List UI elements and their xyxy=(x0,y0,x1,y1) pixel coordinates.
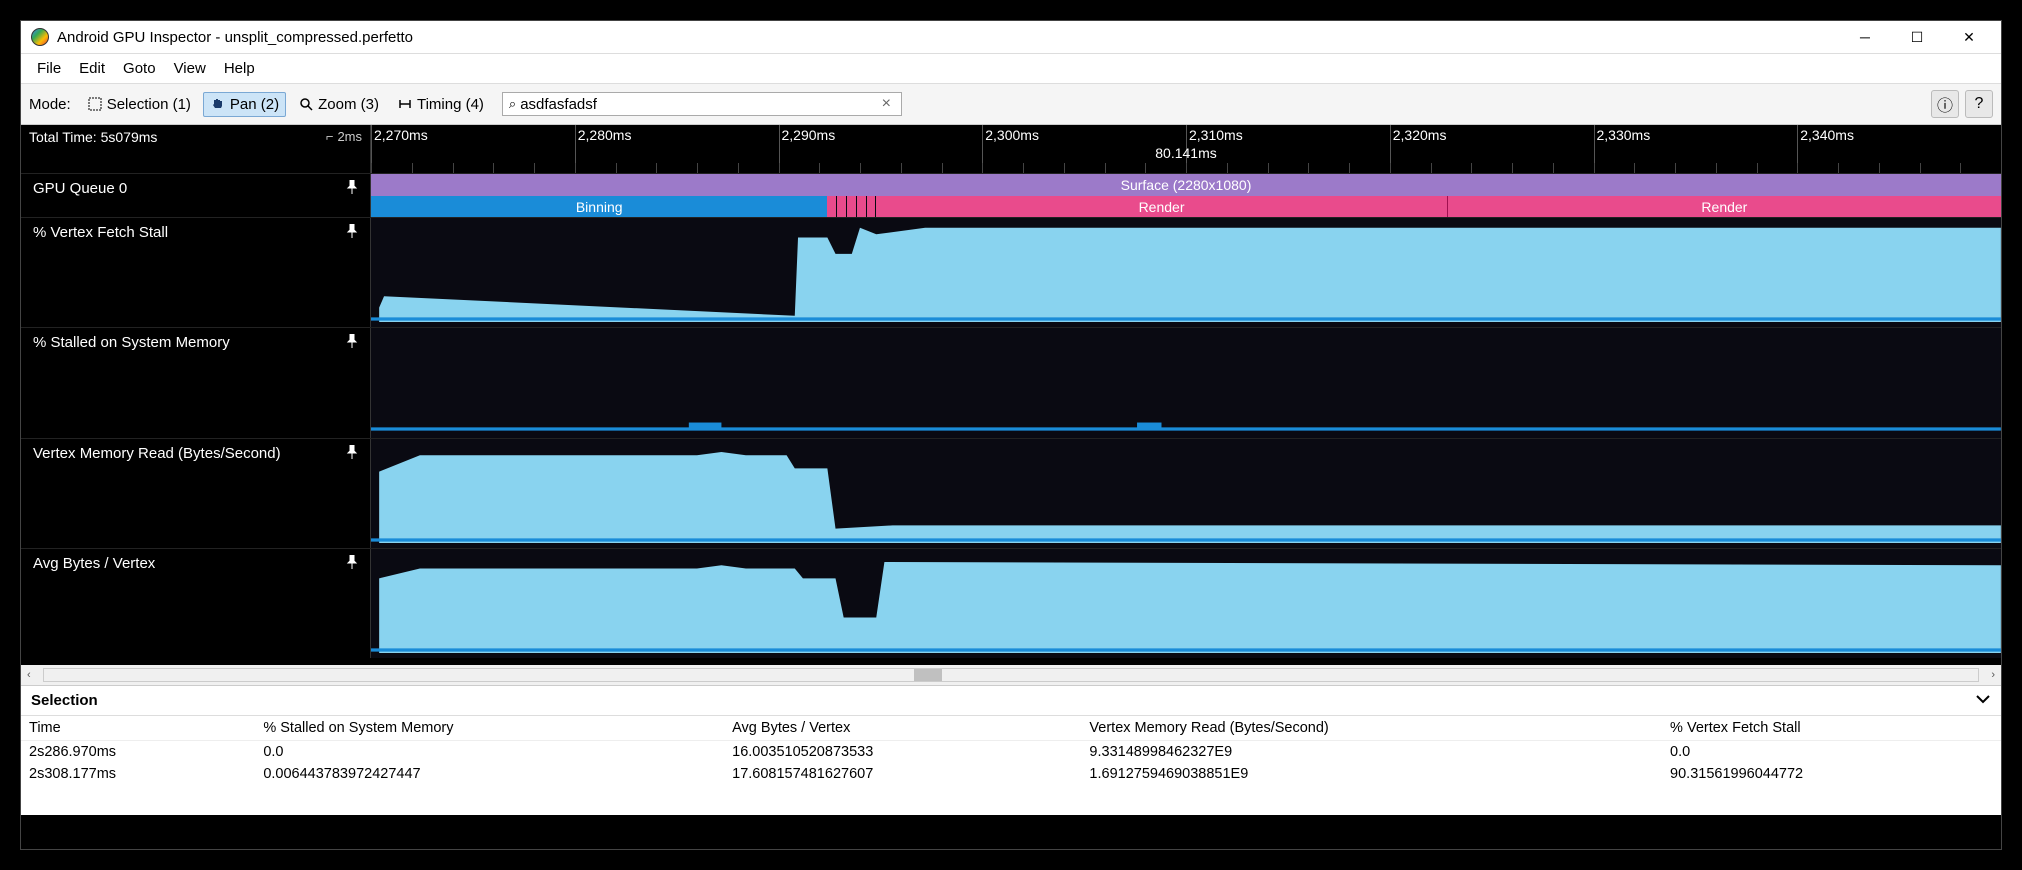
menu-help[interactable]: Help xyxy=(216,58,263,79)
table-header-row: Time % Stalled on System Memory Avg Byte… xyxy=(21,716,2001,741)
col-vmr[interactable]: Vertex Memory Read (Bytes/Second) xyxy=(1081,716,1662,741)
scroll-right-arrow[interactable]: › xyxy=(1991,669,1995,681)
selection-icon xyxy=(87,96,103,112)
pin-icon[interactable] xyxy=(346,445,358,462)
collapse-icon[interactable] xyxy=(1975,692,1991,709)
track-avg-bytes: Avg Bytes / Vertex xyxy=(21,548,2001,658)
col-sysmem[interactable]: % Stalled on System Memory xyxy=(255,716,724,741)
pin-icon[interactable] xyxy=(346,555,358,572)
search-icon: ⌕ xyxy=(509,96,516,112)
scale-indicator: ⌐2ms xyxy=(326,129,362,144)
footer-spacer xyxy=(21,815,2001,849)
pin-icon[interactable] xyxy=(346,334,358,351)
selection-table: Time % Stalled on System Memory Avg Byte… xyxy=(21,716,2001,785)
zoom-icon xyxy=(298,96,314,112)
vmr-chart[interactable] xyxy=(371,439,2001,548)
window-title: Android GPU Inspector - unsplit_compress… xyxy=(57,29,413,46)
pan-icon xyxy=(210,96,226,112)
minimize-button[interactable]: ─ xyxy=(1851,27,1879,47)
mode-label: Mode: xyxy=(29,96,71,113)
avgbytes-chart[interactable] xyxy=(371,549,2001,658)
maximize-button[interactable]: ☐ xyxy=(1903,27,1931,47)
range-label: 80.141ms xyxy=(371,145,2001,161)
menubar: File Edit Goto View Help xyxy=(21,54,2001,83)
gpu-binning-segment[interactable]: Binning xyxy=(371,196,827,217)
ruler: Total Time: 5s079ms ⌐2ms 2,270ms 2,280ms… xyxy=(21,125,2001,173)
pin-icon[interactable] xyxy=(346,180,358,197)
gpu-queue-content[interactable]: Surface (2280x1080) Binning Render Rende… xyxy=(371,174,2001,217)
col-avgbytes[interactable]: Avg Bytes / Vertex xyxy=(724,716,1081,741)
mode-zoom-button[interactable]: Zoom (3) xyxy=(292,93,385,116)
help-button[interactable]: ? xyxy=(1965,90,1993,118)
selection-panel: Selection Time % Stalled on System Memor… xyxy=(21,685,2001,815)
info-button[interactable]: ⓘ xyxy=(1931,90,1959,118)
col-vfs[interactable]: % Vertex Fetch Stall xyxy=(1662,716,2001,741)
scroll-left-arrow[interactable]: ‹ xyxy=(27,669,31,681)
toolbar: Mode: Selection (1) Pan (2) Zoom (3) Tim… xyxy=(21,83,2001,125)
mode-zoom-label: Zoom (3) xyxy=(318,96,379,113)
menu-file[interactable]: File xyxy=(29,58,69,79)
track-vertex-stall-label: % Vertex Fetch Stall xyxy=(33,224,168,241)
track-vtx-mem-read: Vertex Memory Read (Bytes/Second) xyxy=(21,438,2001,548)
search-input[interactable] xyxy=(520,96,877,113)
app-icon xyxy=(31,28,49,46)
total-time-label: Total Time: 5s079ms xyxy=(29,129,157,145)
col-time[interactable]: Time xyxy=(21,716,255,741)
mode-timing-button[interactable]: Timing (4) xyxy=(391,93,490,116)
track-sys-mem-stall: % Stalled on System Memory xyxy=(21,327,2001,437)
scroll-thumb[interactable] xyxy=(914,669,942,681)
menu-goto[interactable]: Goto xyxy=(115,58,164,79)
mode-pan-button[interactable]: Pan (2) xyxy=(203,92,286,117)
mode-selection-button[interactable]: Selection (1) xyxy=(81,93,197,116)
gpu-render2-segment[interactable]: Render xyxy=(1447,196,2001,217)
gpu-render1-segment[interactable]: Render xyxy=(876,196,1447,217)
gpu-gap-segment[interactable] xyxy=(827,196,876,217)
menu-view[interactable]: View xyxy=(166,58,214,79)
gpu-surface-bar[interactable]: Surface (2280x1080) xyxy=(371,174,2001,196)
mode-pan-label: Pan (2) xyxy=(230,96,279,113)
search-clear-button[interactable]: × xyxy=(878,95,895,113)
track-vertex-stall: % Vertex Fetch Stall xyxy=(21,217,2001,327)
track-gpu-label: GPU Queue 0 xyxy=(33,180,127,197)
search-box[interactable]: ⌕ × xyxy=(502,92,902,116)
track-avgbytes-label: Avg Bytes / Vertex xyxy=(33,555,155,572)
menu-edit[interactable]: Edit xyxy=(71,58,113,79)
timeline: Total Time: 5s079ms ⌐2ms 2,270ms 2,280ms… xyxy=(21,125,2001,665)
vertex-stall-chart[interactable] xyxy=(371,218,2001,327)
mode-selection-label: Selection (1) xyxy=(107,96,191,113)
ruler-ticks[interactable]: 2,270ms 2,280ms 2,290ms 2,300ms 2,310ms … xyxy=(371,125,2001,173)
app-window: Android GPU Inspector - unsplit_compress… xyxy=(20,20,2002,850)
table-row[interactable]: 2s286.970ms 0.0 16.003510520873533 9.331… xyxy=(21,741,2001,764)
titlebar: Android GPU Inspector - unsplit_compress… xyxy=(21,21,2001,54)
track-sysmem-label: % Stalled on System Memory xyxy=(33,334,230,351)
timing-icon xyxy=(397,96,413,112)
selection-title: Selection xyxy=(31,692,98,709)
pin-icon[interactable] xyxy=(346,224,358,241)
horizontal-scrollbar[interactable]: ‹ › xyxy=(21,665,2001,685)
sysmem-chart[interactable] xyxy=(371,328,2001,437)
track-gpu-queue: GPU Queue 0 Surface (2280x1080) Binning … xyxy=(21,173,2001,217)
track-vmr-label: Vertex Memory Read (Bytes/Second) xyxy=(33,445,281,462)
close-button[interactable]: ✕ xyxy=(1955,27,1983,47)
table-row[interactable]: 2s308.177ms 0.006443783972427447 17.6081… xyxy=(21,763,2001,785)
mode-timing-label: Timing (4) xyxy=(417,96,484,113)
